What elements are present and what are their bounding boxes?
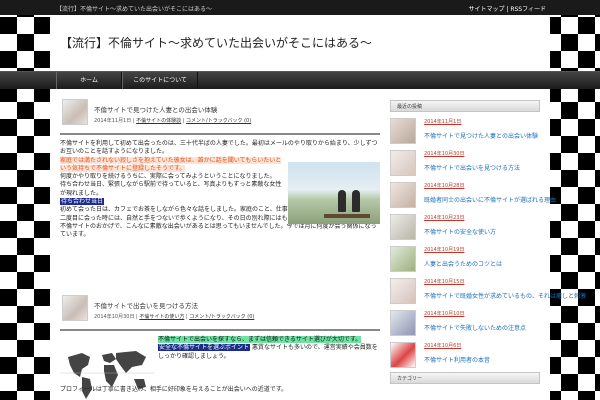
post-comments-link[interactable]: コメント/トラックバック (0) <box>186 118 251 124</box>
post-meta: 2014年11月1日 | 不倫サイトの体験談 | コメント/トラックバック (0… <box>94 117 251 124</box>
recent-post-thumbnail[interactable] <box>390 182 416 208</box>
post-title[interactable]: 不倫サイトで見つけた人妻との出会い体験 <box>94 104 217 114</box>
photo-figure <box>352 190 360 212</box>
recent-post-item[interactable]: 2014年10月15日 不倫サイトで既婚女性が求めているもの、それは癒しと刺激 <box>390 276 586 308</box>
post-title[interactable]: 不倫サイトで出会いを見つける方法 <box>94 300 198 310</box>
post-thumbnail[interactable] <box>62 99 88 125</box>
recent-post-item[interactable]: 2014年10月10日 不倫サイトで失敗しないための注意点 <box>390 308 540 340</box>
post-paragraph: 待ち合わせ当日、緊張しながら駅前で待っていると、写真よりもずっと素敵な女性が現れ… <box>60 181 282 197</box>
post-category-link[interactable]: 不倫サイトの体験談 <box>136 118 181 124</box>
recent-post-date[interactable]: 2014年10月23日 <box>424 214 464 221</box>
recent-post-title[interactable]: 人妻と出会うためのコツとは <box>424 259 502 268</box>
recent-post-thumbnail[interactable] <box>390 118 416 144</box>
post-divider <box>60 133 380 135</box>
post-paragraph: プロフィールは丁寧に書き込み、相手に好印象を与えることが出会いへの近道です。 <box>60 386 288 393</box>
recent-post-title[interactable]: 不倫サイトで既婚女性が求めているもの、それは癒しと刺激 <box>424 291 586 300</box>
recent-post-title[interactable]: 不倫サイト利用者の本音 <box>424 355 490 364</box>
recent-posts-heading: 最近の投稿 <box>390 100 540 112</box>
recent-post-item[interactable]: 2014年10月23日 不倫サイトの安全な使い方 <box>390 212 540 244</box>
recent-post-thumbnail[interactable] <box>390 342 416 368</box>
recent-post-thumbnail[interactable] <box>390 310 416 336</box>
post-body-continued: プロフィールは丁寧に書き込み、相手に好印象を与えることが出会いへの近道です。 <box>60 386 380 394</box>
category-heading: カテゴリー <box>390 372 540 384</box>
recent-post-item[interactable]: 2014年10月30日 不倫サイトで出会いを見つける方法 <box>390 148 540 180</box>
top-links: サイトマップ | RSSフィード <box>468 4 546 13</box>
recent-post-date[interactable]: 2014年10月28日 <box>424 182 464 189</box>
recent-post-date[interactable]: 2014年10月15日 <box>424 278 464 285</box>
recent-post-title[interactable]: 不倫サイトで失敗しないための注意点 <box>424 323 526 332</box>
recent-post-date[interactable]: 2014年10月10日 <box>424 310 464 317</box>
sidebar: 最近の投稿 2014年11月1日 不倫サイトで見つけた人妻との出会い体験 201… <box>390 100 586 372</box>
post-paragraph: 安全な不倫サイトを選ぶポイント 悪質なサイトも多いので、運営実績や会員数をしっか… <box>158 344 380 361</box>
post-paragraph: 家庭では満たされない寂しさを抱えていた彼女は、誰かに話を聞いてもらいたいという気… <box>60 156 282 174</box>
site-header: 【流行】不倫サイト〜求めていた出会いがそこにはある〜 <box>50 15 550 71</box>
sitemap-link[interactable]: サイトマップ <box>468 6 504 13</box>
post-date: 2014年11月1日 <box>94 118 132 124</box>
photo-bench <box>324 214 370 218</box>
highlighted-text: 家庭では満たされない寂しさを抱えていた彼女は、誰かに話を聞いてもらいたいという気… <box>60 156 282 172</box>
recent-post-thumbnail[interactable] <box>390 214 416 240</box>
recent-post-thumbnail[interactable] <box>390 150 416 176</box>
recent-post-title[interactable]: 不倫サイトで見つけた人妻との出会い体験 <box>424 131 538 140</box>
recent-post-title[interactable]: 既婚者同士の出会いに不倫サイトが選ばれる理由 <box>424 195 556 204</box>
recent-post-title[interactable]: 不倫サイトで出会いを見つける方法 <box>424 163 520 172</box>
recent-post-title[interactable]: 不倫サイトの安全な使い方 <box>424 227 496 236</box>
recent-post-date[interactable]: 2014年10月30日 <box>424 150 464 157</box>
post-thumbnail[interactable] <box>62 295 88 321</box>
post-comments-link[interactable]: コメント/トラックバック (0) <box>189 314 254 320</box>
site-title[interactable]: 【流行】不倫サイト〜求めていた出会いがそこにはある〜 <box>60 34 372 51</box>
post-photo <box>288 162 380 224</box>
recent-post-date[interactable]: 2014年10月19日 <box>424 246 464 253</box>
main-nav: ホーム このサイトについて <box>0 71 600 90</box>
recent-post-thumbnail[interactable] <box>390 246 416 272</box>
recent-post-thumbnail[interactable] <box>390 278 416 304</box>
site-tagline: 【流行】不倫サイト〜求めていた出会いがそこにはある〜 <box>56 6 213 13</box>
highlighted-text: 不倫サイトで出会いを探すなら、まずは信頼できるサイト選びが大切です。 <box>158 336 362 343</box>
post-date: 2014年10月30日 <box>94 314 135 320</box>
photo-figure <box>338 190 346 212</box>
rss-link[interactable]: RSSフィード <box>510 6 546 13</box>
highlighted-label: 安全な不倫サイトを選ぶポイント <box>158 344 251 352</box>
recent-post-item[interactable]: 2014年11月1日 不倫サイトで見つけた人妻との出会い体験 <box>390 116 540 148</box>
post-divider <box>60 329 380 331</box>
category-widget: カテゴリー <box>390 372 540 384</box>
recent-post-item[interactable]: 2014年10月19日 人妻と出会うためのコツとは <box>390 244 540 276</box>
post-paragraph: 不倫サイトのおかげで、こんなに素敵な出会いがあるとは思ってもいませんでした。今で… <box>60 222 377 239</box>
post-meta: 2014年10月30日 | 不倫サイトの使い方 | コメント/トラックバック (… <box>94 313 254 320</box>
top-bar: 【流行】不倫サイト〜求めていた出会いがそこにはある〜 サイトマップ | RSSフ… <box>0 0 600 15</box>
recent-post-date[interactable]: 2014年11月1日 <box>424 118 461 125</box>
post-category-link[interactable]: 不倫サイトの使い方 <box>139 314 184 320</box>
recent-post-date[interactable]: 2014年10月6日 <box>424 342 461 349</box>
nav-home[interactable]: ホーム <box>56 72 122 90</box>
recent-post-item[interactable]: 2014年10月28日 既婚者同士の出会いに不倫サイトが選ばれる理由 <box>390 180 556 212</box>
nav-about[interactable]: このサイトについて <box>122 72 198 90</box>
recent-post-item[interactable]: 2014年10月6日 不倫サイト利用者の本音 <box>390 340 540 372</box>
post-body: 不倫サイトで出会いを探すなら、まずは信頼できるサイト選びが大切です。 安全な不倫… <box>158 336 380 361</box>
highlighted-label: 待ち合わせ当日 <box>60 198 105 206</box>
recent-posts-list: 2014年11月1日 不倫サイトで見つけた人妻との出会い体験 2014年10月3… <box>390 116 586 372</box>
content-area: 不倫サイトで見つけた人妻との出会い体験 2014年11月1日 | 不倫サイトの体… <box>50 89 586 400</box>
post-paragraph: 不倫サイトを利用して初めて出会ったのは、三十代半ばの人妻でした。最初はメールのや… <box>60 140 378 156</box>
